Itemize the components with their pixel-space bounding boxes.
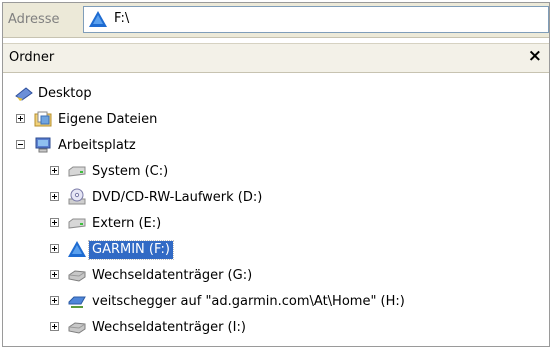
tree-item-drive-i[interactable]: Wechseldatenträger (I:) [3,317,549,339]
tree-item-label: System (C:) [92,164,169,179]
network-drive-icon [68,296,86,308]
removable-drive-icon [68,270,86,282]
address-field[interactable]: F:\ [83,6,549,33]
address-label: Adresse [8,12,60,27]
tree-item-drive-e[interactable]: Extern (E:) [3,213,549,235]
tree-item-drive-d[interactable]: DVD/CD-RW-Laufwerk (D:) [3,187,549,209]
expand-plus-icon[interactable] [50,218,59,227]
expand-plus-icon[interactable] [50,270,59,279]
tree-item-label: DVD/CD-RW-Laufwerk (D:) [92,190,263,205]
expand-plus-icon[interactable] [50,192,59,201]
garmin-drive-icon [89,11,107,27]
expand-plus-icon[interactable] [50,244,59,253]
expand-plus-icon[interactable] [50,296,59,305]
tree-item-drive-h[interactable]: veitschegger auf "ad.garmin.com\At\Home"… [3,291,549,313]
tree-item-desktop[interactable]: Desktop [3,83,549,105]
desktop-icon [15,87,33,101]
expand-plus-icon[interactable] [50,166,59,175]
tree-item-label: Wechseldatenträger (G:) [92,268,253,283]
my-computer-icon [35,137,51,153]
removable-drive-icon [68,322,86,334]
collapse-minus-icon[interactable] [16,140,25,149]
tree-item-label: Desktop [38,86,92,101]
address-bar: Adresse F:\ [3,3,549,38]
garmin-drive-icon [68,241,86,257]
tree-item-label: Arbeitsplatz [58,138,136,153]
expand-plus-icon[interactable] [16,114,25,123]
folder-tree: Desktop Eigene Dateien Arbeitsplatz Syst… [3,83,549,346]
explorer-window: Adresse F:\ Ordner × Desktop Eigene Date… [2,2,550,347]
tree-item-label: veitschegger auf "ad.garmin.com\At\Home"… [92,294,405,309]
tree-item-label: Wechseldatenträger (I:) [92,320,246,335]
tree-item-eigene-dateien[interactable]: Eigene Dateien [3,109,549,131]
tree-item-drive-f[interactable]: GARMIN (F:) [3,239,549,261]
address-value[interactable]: F:\ [114,11,129,26]
tree-item-arbeitsplatz[interactable]: Arbeitsplatz [3,135,549,157]
tree-item-label-selected: GARMIN (F:) [88,240,174,260]
close-icon[interactable]: × [528,46,542,66]
tree-item-drive-c[interactable]: System (C:) [3,161,549,183]
tree-item-label: Eigene Dateien [58,112,158,127]
hard-drive-icon [68,166,86,177]
hard-drive-icon [68,218,86,229]
folders-pane-header: Ordner × [3,43,549,73]
tree-item-drive-g[interactable]: Wechseldatenträger (G:) [3,265,549,287]
expand-plus-icon[interactable] [50,322,59,331]
documents-folder-icon [34,111,52,127]
dvd-drive-icon [68,188,86,205]
folders-pane-title: Ordner [9,50,55,65]
tree-item-label: Extern (E:) [92,216,162,231]
